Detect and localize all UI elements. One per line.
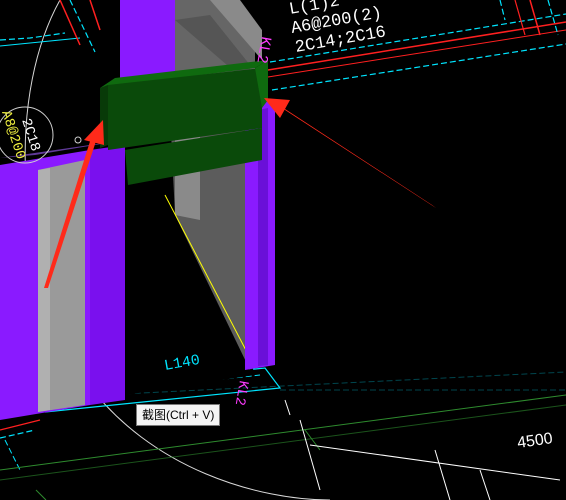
screenshot-tooltip: 截图(Ctrl + V) [136, 404, 221, 426]
column-left [0, 140, 125, 420]
cad-3d-viewport[interactable]: 2C18 A8@200 L(1)2 A6@200(2) 2C14;2C16 KL… [0, 0, 566, 500]
